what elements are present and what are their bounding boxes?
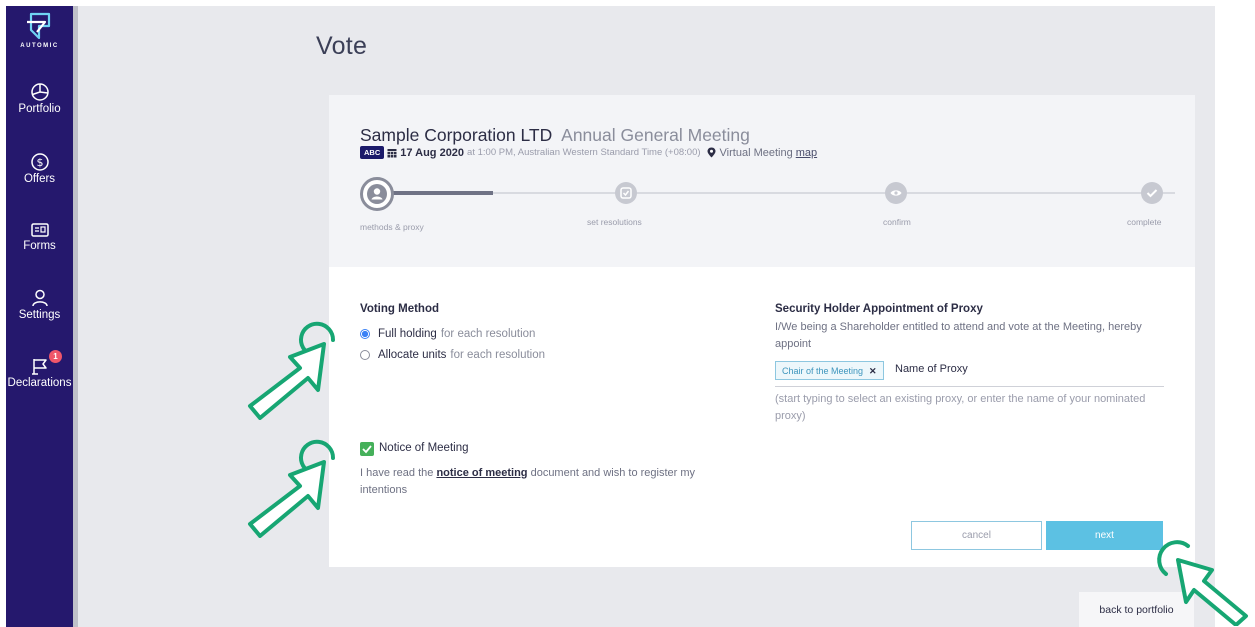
sidebar-divider [73,6,78,627]
sidebar: AUTOMIC Portfolio $ Offers Forms Setting… [6,6,73,627]
person-icon [367,184,387,204]
step-label: set resolutions [587,217,642,227]
vote-card: Sample Corporation LTD Annual General Me… [329,95,1195,567]
radio-button[interactable] [360,329,370,339]
proxy-heading: Security Holder Appointment of Proxy [775,303,983,315]
proxy-hint: (start typing to select an existing prox… [775,393,1146,422]
company-name: Sample Corporation LTD [360,125,553,145]
option-label: Full holding [378,328,437,340]
proxy-input-underline [775,386,1164,387]
step-confirm[interactable] [885,182,907,204]
meeting-venue: Virtual Meeting [719,146,793,159]
step-label: methods & proxy [360,222,424,232]
meeting-time: at 1:00 PM, Australian Western Standard … [467,147,701,158]
sidebar-item-label: Portfolio [18,103,61,115]
step-methods-proxy[interactable] [360,177,394,211]
radio-full-holding[interactable]: Full holding for each resolution [360,328,535,340]
checkmark-icon [1146,189,1158,198]
meeting-date: 17 Aug 2020 [400,146,465,159]
sidebar-item-label: Offers [23,173,56,185]
svg-text:$: $ [36,156,43,169]
sidebar-item-offers[interactable]: $ Offers [6,152,73,185]
dollar-circle-icon: $ [30,153,49,171]
option-suffix: for each resolution [450,349,546,361]
step-complete[interactable] [1141,182,1163,204]
proxy-tag-chair[interactable]: Chair of the Meeting ✕ [775,361,884,380]
sidebar-item-label: Forms [23,240,56,252]
step-set-resolutions[interactable] [615,182,637,204]
check-square-icon [620,187,632,199]
sidebar-item-portfolio[interactable]: Portfolio [6,82,73,115]
calendar-icon [387,148,397,157]
map-link[interactable]: map [796,147,817,159]
automic-logo-icon [26,12,50,40]
logo-text: AUTOMIC [20,43,59,49]
sidebar-item-forms[interactable]: Forms [6,221,73,252]
remove-tag-icon[interactable]: ✕ [869,366,877,376]
meeting-title: Sample Corporation LTD Annual General Me… [360,125,750,146]
sidebar-item-declarations[interactable]: 1 Declarations [6,350,73,389]
proxy-description: I/We being a Shareholder entitled to att… [775,321,1142,350]
meeting-meta: ABC 17 Aug 2020 at 1:00 PM, Australian W… [360,146,817,159]
notice-checkbox[interactable] [360,442,374,456]
annotation-cursor-icon [248,439,336,538]
meeting-header: Sample Corporation LTD Annual General Me… [329,95,1195,267]
option-label: Allocate units [378,349,447,361]
annotation-cursor-icon [248,321,336,420]
notice-label[interactable]: Notice of Meeting [379,442,469,454]
step-label: complete [1127,217,1162,227]
logo[interactable]: AUTOMIC [6,12,73,49]
user-icon [31,289,48,307]
notice-text-before: I have read the [360,467,434,479]
voting-method-heading: Voting Method [360,303,439,315]
flag-icon [31,359,47,375]
notification-badge: 1 [49,350,62,363]
pie-chart-icon [30,83,49,101]
sidebar-item-settings[interactable]: Settings [6,288,73,321]
radio-allocate-units[interactable]: Allocate units for each resolution [360,349,545,361]
radio-button[interactable] [360,350,370,360]
next-button[interactable]: next [1046,521,1163,550]
form-card-icon [30,223,49,237]
app-frame: AUTOMIC Portfolio $ Offers Forms Setting… [6,6,1215,627]
proxy-name-input[interactable]: Name of Proxy [895,363,968,375]
notice-of-meeting-link[interactable]: notice of meeting [436,467,527,479]
proxy-tag-label: Chair of the Meeting [782,366,864,376]
sidebar-item-label: Declarations [7,377,72,389]
progress-track [375,192,1175,194]
ticker-badge: ABC [360,146,385,159]
meeting-type: Annual General Meeting [561,125,750,145]
checkmark-icon [362,445,372,454]
page-title: Vote [316,32,368,60]
eye-icon [890,190,902,196]
location-pin-icon [707,147,716,158]
annotation-cursor-icon [1157,540,1248,626]
notice-text: I have read the notice of meeting docume… [360,465,740,499]
step-label: confirm [883,217,911,227]
option-suffix: for each resolution [440,328,536,340]
cancel-button[interactable]: cancel [911,521,1042,550]
sidebar-item-label: Settings [18,309,61,321]
